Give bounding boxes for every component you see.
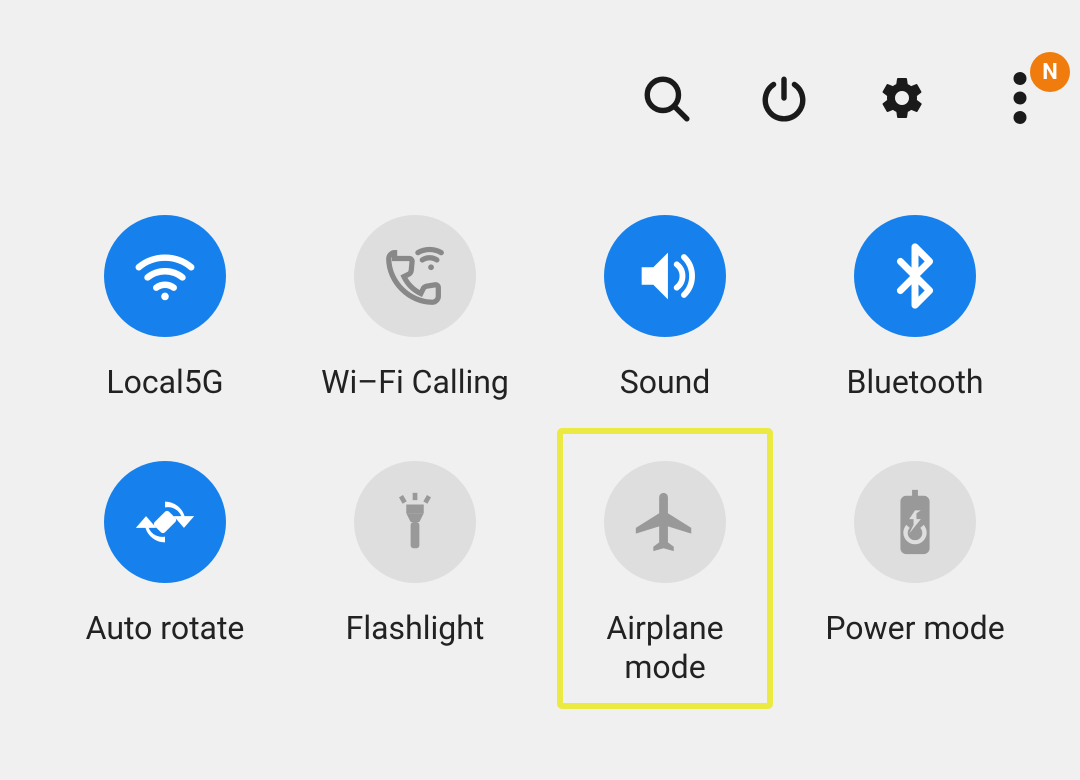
- power-mode-icon: [854, 461, 976, 583]
- bluetooth-icon: [854, 215, 976, 337]
- search-button[interactable]: [636, 70, 696, 130]
- tile-auto-rotate[interactable]: Auto rotate: [60, 461, 270, 706]
- power-button[interactable]: [754, 70, 814, 130]
- tile-label: Wi–Fi Calling: [321, 363, 509, 401]
- tile-wifi[interactable]: Local5G: [60, 215, 270, 401]
- airplane-icon: [604, 461, 726, 583]
- settings-button[interactable]: [872, 70, 932, 130]
- tile-wifi-calling[interactable]: Wi–Fi Calling: [310, 215, 520, 401]
- tile-label: Power mode: [825, 609, 1004, 647]
- wifi-icon: [104, 215, 226, 337]
- tile-label: Flashlight: [346, 609, 485, 647]
- tile-label: Sound: [620, 363, 711, 401]
- tile-label: Local5G: [106, 363, 223, 401]
- quick-settings-grid: Local5G Wi–Fi Calling Sound Bluetooth Au…: [0, 130, 1080, 706]
- flashlight-icon: [354, 461, 476, 583]
- wifi-calling-icon: [354, 215, 476, 337]
- tile-airplane-mode[interactable]: Airplane mode: [560, 431, 770, 706]
- tile-bluetooth[interactable]: Bluetooth: [810, 215, 1020, 401]
- gear-icon: [878, 74, 926, 126]
- notification-badge: N: [1030, 52, 1070, 92]
- tile-label: Auto rotate: [86, 609, 245, 647]
- search-icon: [641, 73, 691, 127]
- tile-power-mode[interactable]: Power mode: [810, 461, 1020, 706]
- tile-sound[interactable]: Sound: [560, 215, 770, 401]
- more-vert-icon: [1010, 72, 1030, 128]
- tile-label: Bluetooth: [846, 363, 983, 401]
- auto-rotate-icon: [104, 461, 226, 583]
- power-icon: [759, 73, 809, 127]
- tile-flashlight[interactable]: Flashlight: [310, 461, 520, 706]
- tile-label: Airplane mode: [565, 609, 765, 686]
- quick-settings-toolbar: N: [0, 0, 1080, 130]
- sound-icon: [604, 215, 726, 337]
- more-button[interactable]: N: [990, 70, 1050, 130]
